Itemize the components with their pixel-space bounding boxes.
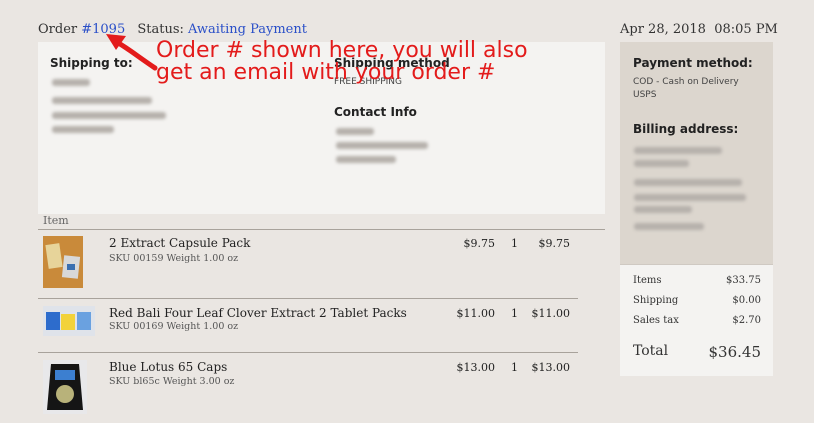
product-sku: SKU bl65c Weight 3.00 oz: [109, 376, 235, 387]
redacted-text: [52, 79, 90, 86]
order-time: 08:05 PM: [714, 22, 778, 37]
product-qty: 1: [511, 237, 518, 250]
order-totals: Items $33.75 Shipping $0.00 Sales tax $2…: [620, 264, 773, 376]
annotation-line-2: get an email with your order #: [156, 60, 496, 85]
tax-value: $2.70: [732, 315, 761, 326]
items-value: $33.75: [726, 275, 761, 286]
redacted-text: [336, 156, 396, 163]
product-name[interactable]: Red Bali Four Leaf Clover Extract 2 Tabl…: [109, 306, 407, 320]
redacted-text: [634, 160, 689, 167]
redacted-text: [52, 112, 166, 119]
order-header: Order #1095 Status: Awaiting Payment: [38, 22, 307, 37]
items-column-header: Item: [38, 214, 605, 230]
redacted-text: [634, 179, 742, 186]
product-price: $9.75: [463, 237, 496, 250]
redacted-text: [634, 206, 692, 213]
payment-panel: Payment method: COD - Cash on Delivery U…: [620, 42, 773, 264]
annotation-line-1: Order # shown here, you will also: [156, 38, 528, 63]
order-datetime: Apr 28, 2018 08:05 PM: [620, 22, 778, 37]
redacted-text: [634, 223, 704, 230]
divider: [38, 298, 578, 299]
product-name[interactable]: Blue Lotus 65 Caps: [109, 360, 227, 374]
product-sku: SKU 00159 Weight 1.00 oz: [109, 253, 239, 264]
annotation-text: Order # shown here, you will also get an…: [156, 40, 528, 84]
contact-info-heading: Contact Info: [334, 105, 417, 119]
order-date: Apr 28, 2018: [620, 22, 706, 37]
product-thumbnail[interactable]: [43, 360, 87, 414]
redacted-text: [52, 126, 114, 133]
list-item: Red Bali Four Leaf Clover Extract 2 Tabl…: [38, 306, 578, 338]
product-sku: SKU 00169 Weight 1.00 oz: [109, 321, 239, 332]
product-line-total: $13.00: [531, 361, 571, 374]
list-item: Blue Lotus 65 Caps SKU bl65c Weight 3.00…: [38, 360, 578, 414]
items-subtotal-row: Items $33.75: [633, 275, 761, 286]
items-label: Items: [633, 275, 662, 286]
billing-address-heading: Billing address:: [633, 122, 739, 136]
payment-method-value: COD - Cash on Delivery: [633, 77, 739, 87]
payment-method-heading: Payment method:: [633, 56, 753, 70]
total-value: $36.45: [708, 343, 762, 361]
total-label: Total: [633, 343, 669, 359]
product-thumbnail[interactable]: [43, 306, 95, 336]
annotation-arrow-icon: [106, 34, 158, 71]
shipping-row: Shipping $0.00: [633, 295, 761, 306]
product-price: $11.00: [456, 307, 496, 320]
product-name[interactable]: 2 Extract Capsule Pack: [109, 236, 250, 250]
redacted-text: [336, 128, 374, 135]
tax-row: Sales tax $2.70: [633, 315, 761, 326]
grand-total-row: Total $36.45: [633, 343, 761, 361]
product-price: $13.00: [456, 361, 496, 374]
product-line-total: $9.75: [538, 237, 571, 250]
redacted-text: [336, 142, 428, 149]
tax-label: Sales tax: [633, 315, 679, 326]
shipping-label: Shipping: [633, 295, 679, 306]
product-qty: 1: [511, 361, 518, 374]
product-qty: 1: [511, 307, 518, 320]
divider: [38, 352, 578, 353]
shipping-value: $0.00: [732, 295, 761, 306]
redacted-text: [634, 194, 746, 201]
shipping-carrier: USPS: [633, 90, 657, 100]
product-thumbnail[interactable]: [43, 236, 83, 288]
list-item: 2 Extract Capsule Pack SKU 00159 Weight …: [38, 236, 578, 292]
redacted-text: [52, 97, 152, 104]
redacted-text: [634, 147, 722, 154]
order-label: Order: [38, 22, 78, 37]
status-value: Awaiting Payment: [188, 22, 307, 37]
product-line-total: $11.00: [531, 307, 571, 320]
